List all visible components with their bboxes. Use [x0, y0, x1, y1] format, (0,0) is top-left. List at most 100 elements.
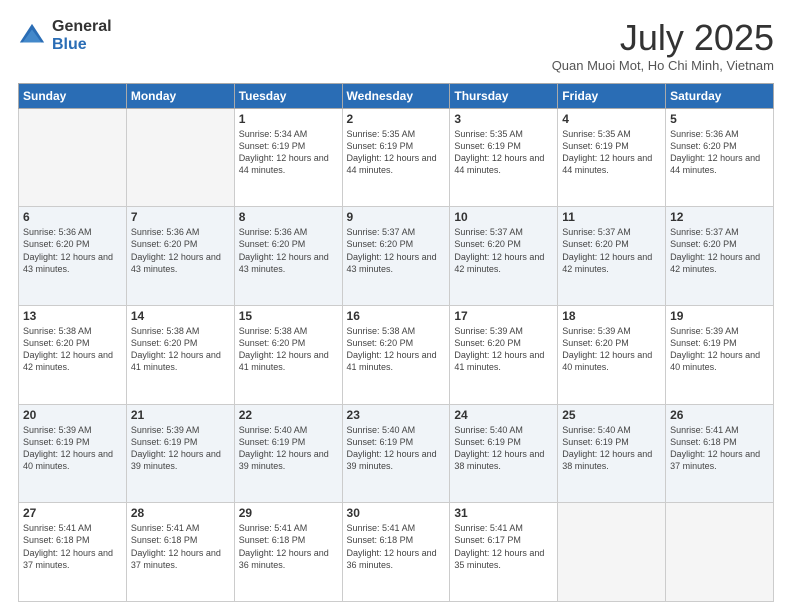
- day-info: Sunrise: 5:41 AM Sunset: 6:18 PM Dayligh…: [239, 522, 338, 571]
- calendar-cell: 12 Sunrise: 5:37 AM Sunset: 6:20 PM Dayli…: [666, 207, 774, 306]
- day-info: Sunrise: 5:41 AM Sunset: 6:18 PM Dayligh…: [670, 424, 769, 473]
- calendar-cell: [666, 503, 774, 602]
- calendar-cell: 20Sunrise: 5:39 AM Sunset: 6:19 PM Dayli…: [19, 404, 127, 503]
- weekday-header: Tuesday: [234, 83, 342, 108]
- day-info: Sunrise: 5:38 AM Sunset: 6:20 PM Dayligh…: [131, 325, 230, 374]
- logo-text: General Blue: [52, 18, 112, 53]
- day-info: Sunrise: 5:37 AM Sunset: 6:20 PM Dayligh…: [670, 226, 769, 275]
- day-info: Sunrise: 5:39 AM Sunset: 6:19 PM Dayligh…: [670, 325, 769, 374]
- day-info: Sunrise: 5:41 AM Sunset: 6:18 PM Dayligh…: [23, 522, 122, 571]
- location-subtitle: Quan Muoi Mot, Ho Chi Minh, Vietnam: [552, 58, 774, 73]
- calendar-week-row: 6 Sunrise: 5:36 AM Sunset: 6:20 PM Daylig…: [19, 207, 774, 306]
- month-title: July 2025: [552, 18, 774, 58]
- day-info: Sunrise: 5:38 AM Sunset: 6:20 PM Dayligh…: [239, 325, 338, 374]
- calendar-cell: [126, 108, 234, 207]
- day-number: 15: [239, 309, 338, 323]
- calendar-cell: [558, 503, 666, 602]
- calendar-cell: 24Sunrise: 5:40 AM Sunset: 6:19 PM Dayli…: [450, 404, 558, 503]
- day-info: Sunrise: 5:37 AM Sunset: 6:20 PM Dayligh…: [562, 226, 661, 275]
- day-number: 10: [454, 210, 553, 224]
- weekday-header: Sunday: [19, 83, 127, 108]
- day-number: 29: [239, 506, 338, 520]
- calendar-week-row: 20 Sunrise: 5:39 AM Sunset: 6:19 PM Dayli…: [19, 404, 774, 503]
- day-info: Sunrise: 5:34 AM Sunset: 6:19 PM Dayligh…: [239, 128, 338, 177]
- day-info: Sunrise: 5:35 AM Sunset: 6:19 PM Dayligh…: [562, 128, 661, 177]
- logo-blue: Blue: [52, 36, 112, 54]
- day-number: 31: [454, 506, 553, 520]
- day-info: Sunrise: 5:38 AM Sunset: 6:20 PM Dayligh…: [347, 325, 446, 374]
- day-info: Sunrise: 5:41 AM Sunset: 6:18 PM Dayligh…: [347, 522, 446, 571]
- day-info: Sunrise: 5:40 AM Sunset: 6:19 PM Dayligh…: [562, 424, 661, 473]
- day-number: 17: [454, 309, 553, 323]
- calendar-cell: 29 Sunrise: 5:41 AM Sunset: 6:18 PM Dayli…: [234, 503, 342, 602]
- logo-general: General: [52, 18, 112, 36]
- calendar-cell: [19, 108, 127, 207]
- calendar-week-row: 27 Sunrise: 5:41 AM Sunset: 6:18 PM Dayli…: [19, 503, 774, 602]
- day-number: 1: [239, 112, 338, 126]
- calendar-cell: 8 Sunrise: 5:36 AM Sunset: 6:20 PM Daylig…: [234, 207, 342, 306]
- day-number: 19: [670, 309, 769, 323]
- weekday-header: Friday: [558, 83, 666, 108]
- day-number: 11: [562, 210, 661, 224]
- calendar-cell: 31 Sunrise: 5:41 AM Sunset: 6:17 PM Dayli…: [450, 503, 558, 602]
- day-info: Sunrise: 5:41 AM Sunset: 6:18 PM Dayligh…: [131, 522, 230, 571]
- day-info: Sunrise: 5:35 AM Sunset: 6:19 PM Dayligh…: [347, 128, 446, 177]
- day-number: 30: [347, 506, 446, 520]
- weekday-header: Monday: [126, 83, 234, 108]
- day-number: 27: [23, 506, 122, 520]
- day-info: Sunrise: 5:39 AM Sunset: 6:19 PM Dayligh…: [131, 424, 230, 473]
- day-number: 12: [670, 210, 769, 224]
- day-number: 24: [454, 408, 553, 422]
- calendar-cell: 30 Sunrise: 5:41 AM Sunset: 6:18 PM Dayli…: [342, 503, 450, 602]
- calendar-cell: 15 Sunrise: 5:38 AM Sunset: 6:20 PM Dayli…: [234, 305, 342, 404]
- day-info: Sunrise: 5:40 AM Sunset: 6:19 PM Dayligh…: [347, 424, 446, 473]
- calendar-cell: 21 Sunrise: 5:39 AM Sunset: 6:19 PM Dayli…: [126, 404, 234, 503]
- calendar-cell: 19 Sunrise: 5:39 AM Sunset: 6:19 PM Dayli…: [666, 305, 774, 404]
- calendar-cell: 23 Sunrise: 5:40 AM Sunset: 6:19 PM Dayli…: [342, 404, 450, 503]
- day-number: 20: [23, 408, 122, 422]
- day-number: 2: [347, 112, 446, 126]
- day-info: Sunrise: 5:36 AM Sunset: 6:20 PM Dayligh…: [670, 128, 769, 177]
- calendar-week-row: 13 Sunrise: 5:38 AM Sunset: 6:20 PM Dayli…: [19, 305, 774, 404]
- day-number: 4: [562, 112, 661, 126]
- day-info: Sunrise: 5:37 AM Sunset: 6:20 PM Dayligh…: [454, 226, 553, 275]
- day-number: 8: [239, 210, 338, 224]
- day-number: 21: [131, 408, 230, 422]
- weekday-header: Thursday: [450, 83, 558, 108]
- day-number: 13: [23, 309, 122, 323]
- day-number: 28: [131, 506, 230, 520]
- calendar-cell: 22Sunrise: 5:40 AM Sunset: 6:19 PM Dayli…: [234, 404, 342, 503]
- day-number: 3: [454, 112, 553, 126]
- day-info: Sunrise: 5:36 AM Sunset: 6:20 PM Dayligh…: [239, 226, 338, 275]
- weekday-header: Wednesday: [342, 83, 450, 108]
- day-number: 14: [131, 309, 230, 323]
- calendar-cell: 13Sunrise: 5:38 AM Sunset: 6:20 PM Dayli…: [19, 305, 127, 404]
- header: General Blue July 2025 Quan Muoi Mot, Ho…: [18, 18, 774, 73]
- calendar-cell: 3 Sunrise: 5:35 AM Sunset: 6:19 PM Daylig…: [450, 108, 558, 207]
- calendar-table: SundayMondayTuesdayWednesdayThursdayFrid…: [18, 83, 774, 602]
- weekday-header: Saturday: [666, 83, 774, 108]
- day-number: 25: [562, 408, 661, 422]
- day-number: 26: [670, 408, 769, 422]
- day-number: 6: [23, 210, 122, 224]
- calendar-cell: 5Sunrise: 5:36 AM Sunset: 6:20 PM Daylig…: [666, 108, 774, 207]
- day-number: 23: [347, 408, 446, 422]
- day-info: Sunrise: 5:41 AM Sunset: 6:17 PM Dayligh…: [454, 522, 553, 571]
- calendar-cell: 9Sunrise: 5:37 AM Sunset: 6:20 PM Daylig…: [342, 207, 450, 306]
- day-info: Sunrise: 5:36 AM Sunset: 6:20 PM Dayligh…: [23, 226, 122, 275]
- calendar-cell: 17Sunrise: 5:39 AM Sunset: 6:20 PM Dayli…: [450, 305, 558, 404]
- calendar-cell: 18Sunrise: 5:39 AM Sunset: 6:20 PM Dayli…: [558, 305, 666, 404]
- calendar-week-row: 1 Sunrise: 5:34 AM Sunset: 6:19 PM Daylig…: [19, 108, 774, 207]
- page: General Blue July 2025 Quan Muoi Mot, Ho…: [0, 0, 792, 612]
- day-number: 9: [347, 210, 446, 224]
- day-info: Sunrise: 5:35 AM Sunset: 6:19 PM Dayligh…: [454, 128, 553, 177]
- day-number: 7: [131, 210, 230, 224]
- title-block: July 2025 Quan Muoi Mot, Ho Chi Minh, Vi…: [552, 18, 774, 73]
- calendar-cell: 4 Sunrise: 5:35 AM Sunset: 6:19 PM Daylig…: [558, 108, 666, 207]
- calendar-cell: 10 Sunrise: 5:37 AM Sunset: 6:20 PM Dayli…: [450, 207, 558, 306]
- calendar-cell: 11 Sunrise: 5:37 AM Sunset: 6:20 PM Dayli…: [558, 207, 666, 306]
- logo: General Blue: [18, 18, 112, 53]
- calendar-cell: 28 Sunrise: 5:41 AM Sunset: 6:18 PM Dayli…: [126, 503, 234, 602]
- calendar-cell: 7Sunrise: 5:36 AM Sunset: 6:20 PM Daylig…: [126, 207, 234, 306]
- calendar-cell: 27 Sunrise: 5:41 AM Sunset: 6:18 PM Dayli…: [19, 503, 127, 602]
